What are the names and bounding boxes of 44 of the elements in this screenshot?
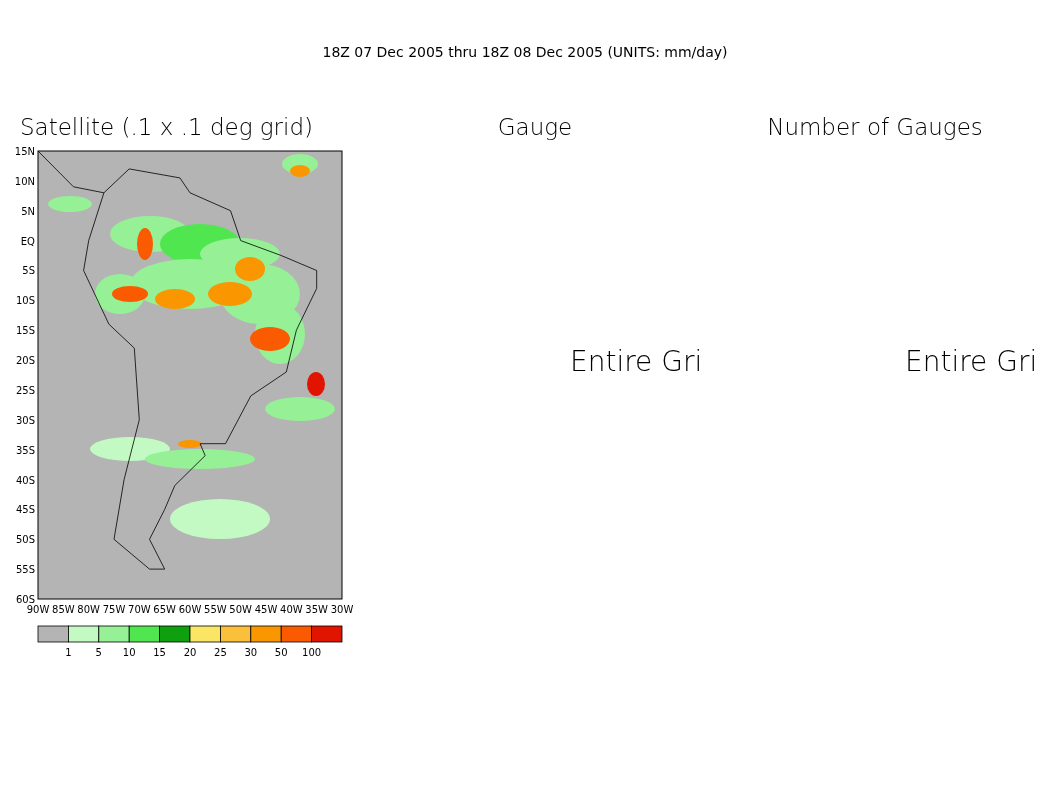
latitude-label: 5N — [21, 205, 35, 217]
latitude-label: 60S — [15, 594, 35, 605]
colorbar-label: 100 — [302, 647, 322, 658]
latitude-label: 40S — [15, 474, 35, 486]
longitude-label: 40W — [280, 604, 303, 615]
longitude-label: 65W — [153, 604, 176, 615]
colorbar-label: 1 — [65, 647, 72, 658]
longitude-label: 45W — [254, 604, 278, 615]
latitude-label: 20S — [15, 355, 35, 367]
colorbar-label: 30 — [244, 647, 258, 658]
longitude-label: 60W — [178, 604, 202, 615]
colorbar-label: 20 — [183, 647, 197, 658]
longitude-label: 30W — [330, 604, 354, 615]
colorbar-label: 25 — [214, 647, 227, 658]
panel-title: Number of Gauges — [766, 114, 984, 142]
longitude-label: 70W — [128, 604, 151, 615]
colorbar-label: 15 — [153, 647, 166, 658]
latitude-label: 15N — [14, 146, 35, 157]
latitude-label: 55S — [15, 564, 35, 576]
latitude-label: 15S — [15, 325, 35, 337]
latitude-label: 10S — [15, 295, 35, 307]
colorbar-label: 5 — [95, 647, 102, 658]
panel-message: Entire Gri — [570, 344, 703, 380]
latitude-label: 5S — [22, 265, 35, 277]
colorbar-label: 10 — [122, 647, 136, 658]
colorbar-label: 50 — [274, 647, 288, 658]
latitude-label: 45S — [15, 504, 35, 516]
latitude-label: 10N — [14, 175, 35, 187]
panel-message: Entire Gri — [905, 344, 1038, 380]
latitude-label: 30S — [15, 414, 35, 426]
longitude-label: 50W — [229, 604, 252, 615]
plot-title: 18Z 07 Dec 2005 thru 18Z 08 Dec 2005 (UNITS: mm/day) — [321, 43, 729, 62]
longitude-label: 85W — [52, 604, 75, 615]
latitude-label: EQ — [20, 235, 35, 247]
panel-title: Gauge — [496, 114, 574, 142]
longitude-label: 55W — [204, 604, 227, 615]
longitude-label: 75W — [102, 604, 126, 615]
longitude-label: 80W — [77, 604, 100, 615]
latitude-label: 25S — [15, 384, 35, 396]
panel-title: Satellite (.1 x .1 deg grid) — [19, 114, 314, 142]
longitude-label: 35W — [305, 604, 328, 615]
latitude-label: 50S — [15, 534, 35, 546]
longitude-label: 90W — [26, 604, 50, 615]
latitude-label: 35S — [15, 444, 35, 456]
